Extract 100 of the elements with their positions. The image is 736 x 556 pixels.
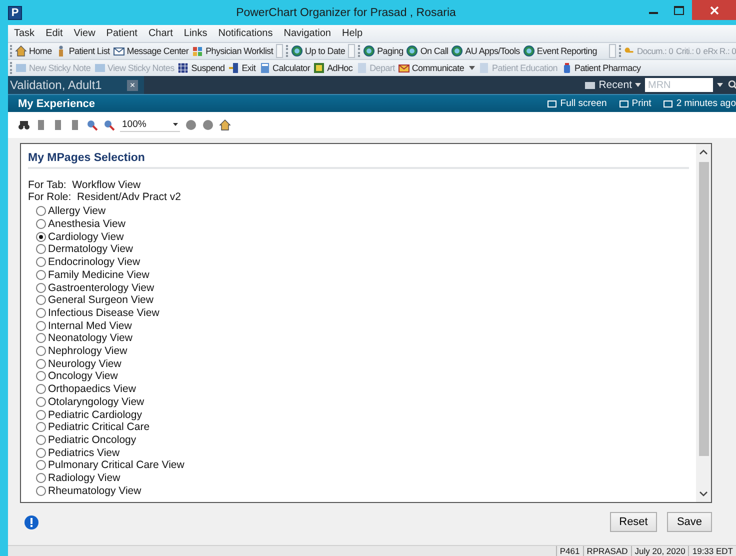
toolbar-button[interactable]: Up to Date	[291, 45, 346, 57]
toolbar-button[interactable]: Message Center	[112, 45, 189, 57]
info-icon[interactable]	[24, 514, 39, 530]
radio-button[interactable]	[36, 346, 46, 356]
note-icon	[15, 62, 27, 74]
page-action[interactable]: Full screen	[547, 98, 607, 109]
menu-item[interactable]: Links	[184, 28, 208, 39]
page-action[interactable]: 2 minutes ago	[663, 98, 736, 109]
option-label[interactable]: Infectious Disease View	[48, 306, 160, 319]
menu-item[interactable]: Help	[342, 28, 363, 39]
toolbar-button[interactable]: Event Reporting	[522, 45, 597, 57]
menu-item[interactable]: Edit	[46, 28, 63, 39]
menu-item[interactable]: Task	[14, 28, 35, 39]
page-action[interactable]: Print	[618, 98, 652, 109]
option-label[interactable]: General Surgeon View	[48, 294, 154, 306]
toolbar-button[interactable]: Patient Pharmacy	[560, 62, 641, 74]
option-label[interactable]: Neurology View	[48, 358, 122, 370]
radio-button[interactable]	[36, 282, 46, 293]
toolbar-button[interactable]: Exit	[228, 62, 256, 74]
dialog-button[interactable]: Save	[667, 512, 712, 532]
radio-button[interactable]	[36, 384, 46, 394]
toolbar-button[interactable]: AdHoc	[313, 62, 353, 74]
radio-button[interactable]	[36, 333, 46, 344]
radio-button[interactable]	[36, 396, 46, 407]
option-label[interactable]: Neonatology View	[48, 332, 132, 344]
counter-label: Criti.: 0	[676, 46, 700, 56]
counter-label: eRx R.: 0	[703, 46, 736, 56]
radio-button[interactable]	[36, 410, 46, 420]
option-label[interactable]: Otolaryngology View	[48, 396, 144, 408]
radio-button[interactable]	[36, 257, 46, 268]
radio-button[interactable]	[36, 320, 46, 331]
radio-button[interactable]	[36, 206, 46, 216]
radio-button[interactable]	[36, 295, 46, 306]
option-label[interactable]: Radiology View	[48, 472, 120, 484]
globe-icon	[451, 45, 464, 57]
app-icon: P	[8, 6, 22, 20]
recent-button[interactable]: Recent	[584, 79, 641, 91]
circle-icon	[202, 119, 214, 131]
radio-button[interactable]	[36, 448, 46, 458]
option-label[interactable]: Anesthesia View	[48, 218, 126, 230]
grid-icon	[177, 62, 190, 74]
minimize-icon	[648, 12, 658, 14]
option-label[interactable]: Gastroenterology View	[48, 282, 154, 294]
toolbar-button[interactable]: Suspend	[177, 62, 225, 74]
search-field[interactable]: MRN	[645, 78, 713, 92]
option-label[interactable]: Cardiology View	[48, 230, 124, 243]
radio-button[interactable]	[36, 232, 46, 242]
toolbar-button[interactable]: Communicate	[398, 62, 476, 74]
menu-item[interactable]: View	[74, 28, 96, 39]
caret-icon	[717, 83, 723, 87]
option-label[interactable]: Pediatric Cardiology	[48, 408, 142, 421]
binoculars-icon	[18, 119, 30, 131]
toolbar-button[interactable]: Physician Worklist	[192, 45, 274, 57]
option-label[interactable]: Pediatric Oncology	[48, 434, 136, 446]
radio-button[interactable]	[36, 270, 46, 280]
toolbar-button[interactable]: Paging	[363, 45, 404, 57]
toolbar-button[interactable]: Patient List	[54, 45, 110, 57]
option-label[interactable]: Pediatric Critical Care	[48, 421, 150, 434]
radio-button[interactable]	[36, 244, 46, 254]
maximize-icon	[674, 6, 684, 14]
zoom-dropdown[interactable]: 100%	[120, 118, 180, 132]
radio-button[interactable]	[36, 486, 46, 496]
dialog-button[interactable]: Reset	[610, 512, 657, 532]
radio-button[interactable]	[36, 422, 46, 432]
toolbar-button[interactable]: On Call	[406, 45, 448, 57]
scrollbar[interactable]	[696, 144, 711, 502]
toolbar-button[interactable]: Home	[15, 45, 52, 57]
menu-item[interactable]: Chart	[148, 28, 173, 39]
zoom-out-icon	[86, 119, 98, 131]
home-icon	[219, 119, 231, 131]
patient-tab[interactable]: Validation, Adult1 ×	[8, 76, 144, 94]
radio-button[interactable]	[36, 473, 46, 484]
option-label[interactable]: Family Medicine View	[48, 268, 150, 281]
toolbar-button[interactable]: AU Apps/Tools	[451, 45, 520, 57]
option-label[interactable]: Nephrology View	[48, 345, 128, 358]
radio-button[interactable]	[36, 371, 46, 382]
option-label[interactable]: Rheumatology View	[48, 484, 142, 497]
radio-button[interactable]	[36, 219, 46, 230]
radio-button[interactable]	[36, 435, 46, 445]
menu-item[interactable]: Notifications	[218, 28, 273, 39]
radio-button[interactable]	[36, 358, 46, 369]
option-label[interactable]: Oncology View	[48, 370, 118, 382]
window-title: PowerChart Organizer for Prasad , Rosaria	[235, 6, 457, 18]
close-button[interactable]	[692, 0, 736, 20]
toolbar-button[interactable]: Calculator	[258, 62, 310, 74]
option-label[interactable]: Allergy View	[48, 205, 106, 218]
menu-item[interactable]: Patient	[106, 28, 138, 39]
menu-item[interactable]: Navigation	[284, 28, 331, 39]
counter-label: Docum.: 0	[636, 46, 674, 56]
close-icon	[710, 6, 718, 14]
radio-button[interactable]	[36, 460, 46, 470]
option-label[interactable]: Internal Med View	[48, 320, 132, 332]
option-label[interactable]: Pulmonary Critical Care View	[48, 459, 184, 472]
option-label[interactable]: Endocrinology View	[48, 256, 140, 268]
search-icon[interactable]	[728, 80, 736, 90]
tab-close-button[interactable]: ×	[127, 80, 138, 90]
option-label[interactable]: Orthopaedics View	[48, 383, 136, 396]
option-label[interactable]: Dermatology View	[48, 243, 134, 256]
option-label[interactable]: Pediatrics View	[48, 446, 120, 459]
radio-button[interactable]	[36, 308, 46, 318]
